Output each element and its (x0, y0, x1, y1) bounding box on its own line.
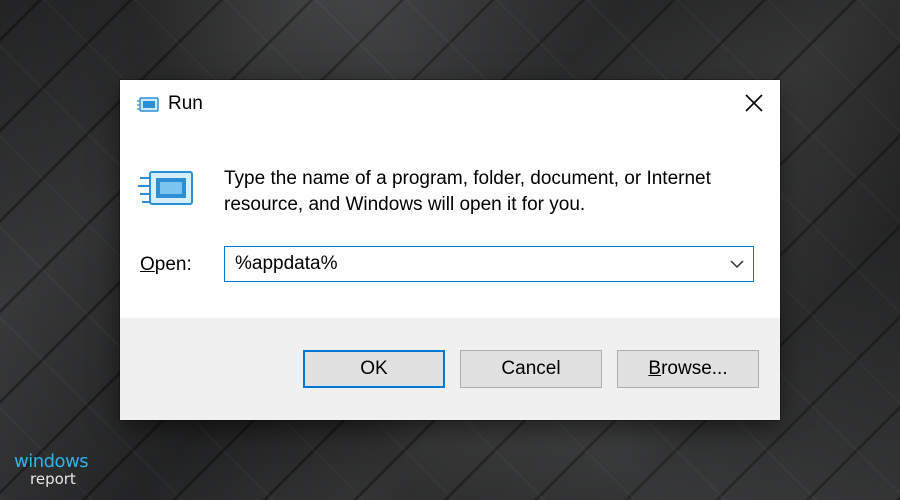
chevron-down-icon (730, 259, 744, 268)
watermark-line1: windows (14, 451, 89, 472)
watermark-line2: report (30, 470, 76, 488)
run-app-icon (137, 97, 159, 112)
run-program-icon (138, 171, 193, 205)
dialog-content: Type the name of a program, folder, docu… (120, 130, 780, 318)
open-label-accesskey: O (140, 254, 155, 275)
dialog-title: Run (168, 93, 203, 114)
cancel-button-label: Cancel (501, 358, 561, 379)
open-combobox[interactable] (224, 246, 754, 282)
desktop-background: Run Type the name of a program, folder, … (0, 0, 900, 500)
title-bar[interactable]: Run (120, 80, 780, 130)
dialog-description: Type the name of a program, folder, docu… (224, 168, 711, 215)
open-label: Open: (140, 254, 192, 276)
dropdown-button[interactable] (725, 252, 749, 276)
open-label-text: pen: (154, 254, 192, 275)
close-button[interactable] (728, 80, 780, 126)
browse-button-accesskey: B (648, 358, 662, 379)
close-icon (745, 94, 763, 112)
ok-button[interactable]: OK (303, 350, 445, 388)
browse-button-label: rowse... (661, 358, 728, 379)
browse-button[interactable]: Browse... (617, 350, 759, 388)
windows-report-logo: windows report (14, 451, 104, 491)
button-bar: OK Cancel Browse... (120, 318, 780, 420)
open-input[interactable] (225, 247, 715, 281)
ok-button-label: OK (360, 358, 388, 379)
run-dialog: Run Type the name of a program, folder, … (120, 80, 780, 420)
cancel-button[interactable]: Cancel (460, 350, 602, 388)
